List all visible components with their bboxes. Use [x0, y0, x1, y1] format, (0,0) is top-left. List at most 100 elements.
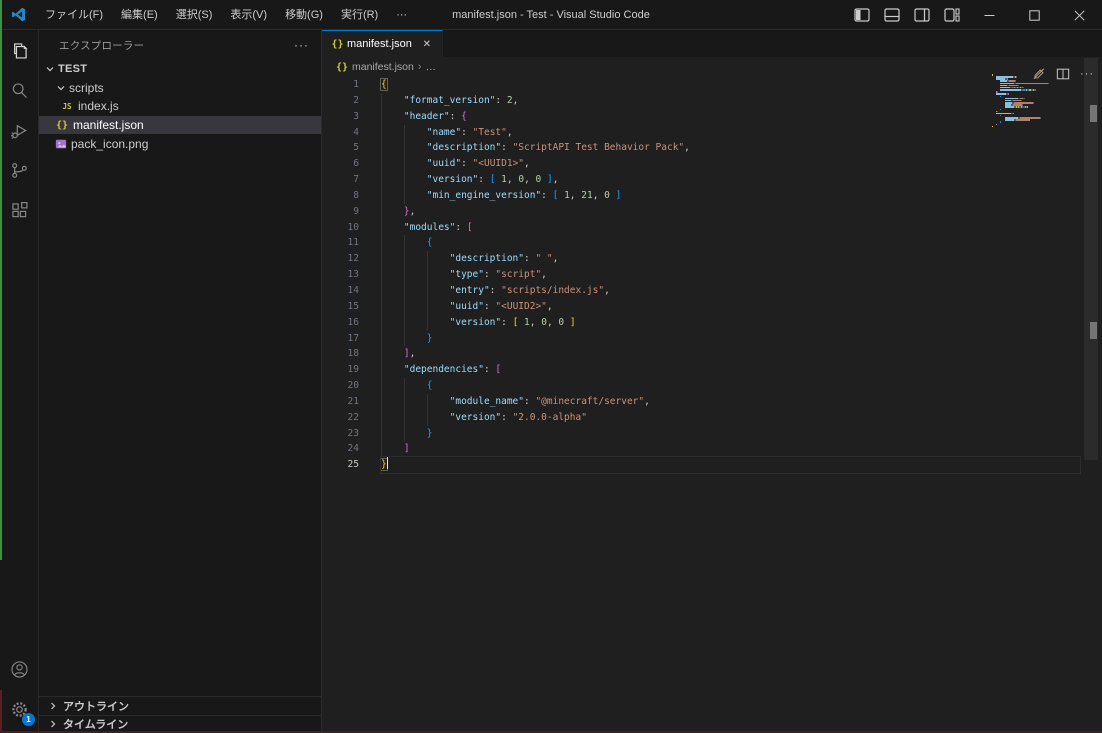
explorer-header: エクスプローラー ··· — [39, 30, 321, 60]
tree-item-test[interactable]: TEST — [39, 60, 321, 79]
sidebar-bottom-sections: アウトラインタイムライン — [39, 696, 321, 733]
explorer-sidebar: エクスプローラー ··· TESTscriptsJSindex.js{}mani… — [39, 30, 322, 733]
menu-item-5[interactable]: 実行(R) — [332, 4, 387, 26]
source-control-icon[interactable] — [0, 150, 39, 190]
explorer-more-actions-icon[interactable]: ··· — [294, 38, 309, 52]
line-number[interactable]: 3 — [322, 109, 375, 125]
code-line-19[interactable]: "dependencies": [ — [381, 362, 1080, 378]
code-line-23[interactable]: } — [381, 426, 1080, 442]
menu-item-0[interactable]: ファイル(F) — [36, 4, 112, 26]
customize-layout-button[interactable] — [937, 0, 967, 30]
code-line-15[interactable]: "uuid": "<UUID2>", — [381, 299, 1080, 315]
tree-item-index-js[interactable]: JSindex.js — [39, 97, 321, 116]
breadcrumb-tail[interactable]: … — [426, 61, 437, 73]
tree-item-manifest-json[interactable]: {}manifest.json — [39, 116, 321, 135]
tree-item-pack-icon-png[interactable]: pack_icon.png — [39, 134, 321, 153]
split-editor-icon[interactable] — [1056, 67, 1070, 81]
tab-close-icon[interactable]: ✕ — [420, 37, 434, 51]
toggle-panel-button[interactable] — [877, 0, 907, 30]
line-number[interactable]: 12 — [322, 251, 375, 267]
line-number[interactable]: 15 — [322, 299, 375, 315]
line-number[interactable]: 8 — [322, 188, 375, 204]
line-number[interactable]: 19 — [322, 362, 375, 378]
line-number[interactable]: 4 — [322, 125, 375, 141]
code-line-8[interactable]: "min_engine_version": [ 1, 21, 0 ] — [381, 188, 1080, 204]
indent-guide — [404, 125, 405, 141]
tab-label: manifest.json — [347, 38, 412, 50]
indent-guide — [427, 394, 428, 410]
tree-item-scripts[interactable]: scripts — [39, 79, 321, 98]
line-number[interactable]: 7 — [322, 172, 375, 188]
indent-guide — [404, 156, 405, 172]
line-number[interactable]: 18 — [322, 346, 375, 362]
code-line-4[interactable]: "name": "Test", — [381, 125, 1080, 141]
menu-item-4[interactable]: 移動(G) — [276, 4, 332, 26]
indent-guide — [381, 346, 382, 362]
minimize-button[interactable] — [967, 0, 1012, 30]
close-window-button[interactable] — [1057, 0, 1102, 30]
code-editor[interactable]: 1234567891011121314151617181920212223242… — [322, 77, 1102, 733]
code-line-14[interactable]: "entry": "scripts/index.js", — [381, 283, 1080, 299]
line-number[interactable]: 17 — [322, 331, 375, 347]
code-line-10[interactable]: "modules": [ — [381, 220, 1080, 236]
settings-gear-icon[interactable]: 1 — [0, 689, 39, 729]
explorer-icon[interactable] — [0, 30, 39, 70]
menu-item-3[interactable]: 表示(V) — [221, 4, 276, 26]
code-line-22[interactable]: "version": "2.0.0-alpha" — [381, 410, 1080, 426]
line-number[interactable]: 23 — [322, 426, 375, 442]
line-number[interactable]: 16 — [322, 315, 375, 331]
line-number-gutter[interactable]: 1234567891011121314151617181920212223242… — [322, 77, 375, 473]
line-number[interactable]: 10 — [322, 220, 375, 236]
editor-scrollbar[interactable] — [1084, 58, 1098, 460]
line-number[interactable]: 20 — [322, 378, 375, 394]
code-line-3[interactable]: "header": { — [381, 109, 1080, 125]
run-debug-icon[interactable] — [0, 110, 39, 150]
line-number[interactable]: 11 — [322, 235, 375, 251]
toggle-primary-sidebar-button[interactable] — [847, 0, 877, 30]
code-line-11[interactable]: { — [381, 235, 1080, 251]
line-number[interactable]: 22 — [322, 410, 375, 426]
search-icon[interactable] — [0, 70, 39, 110]
tab-manifest-json[interactable]: {} manifest.json ✕ — [322, 30, 443, 57]
code-line-9[interactable]: }, — [381, 204, 1080, 220]
code-line-24[interactable]: ] — [381, 441, 1080, 457]
line-number[interactable]: 13 — [322, 267, 375, 283]
code-line-20[interactable]: { — [381, 378, 1080, 394]
menu-item-1[interactable]: 編集(E) — [112, 4, 167, 26]
menu-item-6[interactable]: ··· — [387, 4, 416, 26]
vscode-logo-icon[interactable] — [0, 7, 36, 22]
line-number[interactable]: 24 — [322, 441, 375, 457]
line-number[interactable]: 6 — [322, 156, 375, 172]
line-number[interactable]: 5 — [322, 140, 375, 156]
menu-item-2[interactable]: 選択(S) — [167, 4, 222, 26]
code-line-17[interactable]: } — [381, 331, 1080, 347]
extensions-icon[interactable] — [0, 190, 39, 230]
toggle-secondary-sidebar-button[interactable] — [907, 0, 937, 30]
indent-guide — [404, 267, 405, 283]
section-アウトライン[interactable]: アウトライン — [39, 696, 321, 715]
line-number[interactable]: 2 — [322, 93, 375, 109]
maximize-button[interactable] — [1012, 0, 1057, 30]
line-number[interactable]: 9 — [322, 204, 375, 220]
code-line-21[interactable]: "module_name": "@minecraft/server", — [381, 394, 1080, 410]
code-line-5[interactable]: "description": "ScriptAPI Test Behavior … — [381, 140, 1080, 156]
code-content[interactable]: {"format_version": 2,"header": {"name": … — [381, 77, 1080, 473]
code-line-25[interactable]: } — [381, 457, 1080, 473]
code-line-12[interactable]: "description": " ", — [381, 251, 1080, 267]
code-line-13[interactable]: "type": "script", — [381, 267, 1080, 283]
line-number[interactable]: 1 — [322, 77, 375, 93]
line-number[interactable]: 25 — [322, 457, 375, 473]
code-line-1[interactable]: { — [381, 77, 1080, 93]
breadcrumb-file[interactable]: manifest.json — [352, 61, 414, 73]
editor-more-actions-icon[interactable]: ··· — [1080, 68, 1094, 80]
edit-disabled-icon[interactable] — [1032, 67, 1046, 81]
code-line-7[interactable]: "version": [ 1, 0, 0 ], — [381, 172, 1080, 188]
code-line-18[interactable]: ], — [381, 346, 1080, 362]
line-number[interactable]: 14 — [322, 283, 375, 299]
accounts-icon[interactable] — [0, 649, 39, 689]
line-number[interactable]: 21 — [322, 394, 375, 410]
code-line-16[interactable]: "version": [ 1, 0, 0 ] — [381, 315, 1080, 331]
code-line-2[interactable]: "format_version": 2, — [381, 93, 1080, 109]
indent-guide — [427, 315, 428, 331]
code-line-6[interactable]: "uuid": "<UUID1>", — [381, 156, 1080, 172]
